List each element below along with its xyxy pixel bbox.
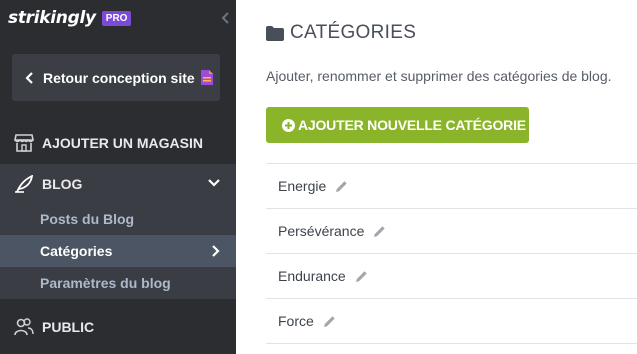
chevron-left-icon (25, 71, 33, 84)
chevron-right-icon (212, 245, 220, 257)
document-icon (200, 70, 213, 85)
nav-add-store[interactable]: AJOUTER UN MAGASIN (0, 127, 236, 159)
brand[interactable]: strikingly PRO (8, 6, 132, 30)
pencil-icon[interactable] (355, 270, 368, 283)
feather-icon (15, 175, 34, 193)
add-category-button[interactable]: AJOUTER NOUVELLE CATÉGORIE (266, 107, 529, 143)
page-description: Ajouter, renommer et supprimer des catég… (266, 68, 612, 84)
sidebar-item-blog-posts[interactable]: Posts du Blog (0, 203, 236, 235)
category-name: Energie (278, 178, 327, 194)
page-title: CATÉGORIES (266, 22, 416, 44)
plus-circle-icon (282, 118, 295, 132)
collapse-sidebar-icon[interactable] (219, 10, 233, 26)
back-button-label: Retour conception site (43, 69, 195, 86)
add-category-label: AJOUTER NOUVELLE CATÉGORIE (298, 117, 526, 133)
page-title-text: CATÉGORIES (290, 22, 417, 43)
nav-store-label: AJOUTER UN MAGASIN (42, 135, 204, 151)
category-name: Endurance (278, 268, 346, 284)
users-icon (14, 318, 34, 336)
back-to-design-button[interactable]: Retour conception site (12, 54, 220, 101)
main-content: CATÉGORIES Ajouter, renommer et supprime… (236, 0, 637, 354)
category-row: Force (266, 299, 637, 344)
sidebar-item-categories[interactable]: Catégories (0, 235, 236, 267)
sidebar-item-label: Catégories (40, 243, 113, 259)
category-name: Force (278, 313, 314, 329)
sidebar: strikingly PRO Retour conception site AJ… (0, 0, 236, 354)
sidebar-item-blog-settings[interactable]: Paramètres du blog (0, 267, 236, 299)
category-row: Persévérance (266, 209, 637, 254)
chevron-down-icon (208, 179, 220, 187)
category-row: Endurance (266, 254, 637, 299)
nav-public[interactable]: PUBLIC (0, 308, 236, 346)
category-list: Energie Persévérance Endurance Force (266, 163, 637, 344)
folder-icon (266, 25, 284, 41)
store-icon (14, 134, 34, 152)
pencil-icon[interactable] (373, 225, 386, 238)
category-row: Energie (266, 164, 637, 209)
sidebar-item-label: Paramètres du blog (40, 275, 171, 291)
pencil-icon[interactable] (335, 180, 348, 193)
category-name: Persévérance (278, 223, 365, 239)
sidebar-item-label: Posts du Blog (40, 211, 135, 227)
nav-blog[interactable]: BLOG (0, 164, 236, 204)
brand-logo[interactable]: strikingly (8, 8, 96, 28)
nav-public-label: PUBLIC (42, 319, 95, 335)
nav-blog-label: BLOG (42, 176, 83, 192)
pencil-icon[interactable] (323, 315, 336, 328)
pro-badge: PRO (101, 10, 132, 26)
